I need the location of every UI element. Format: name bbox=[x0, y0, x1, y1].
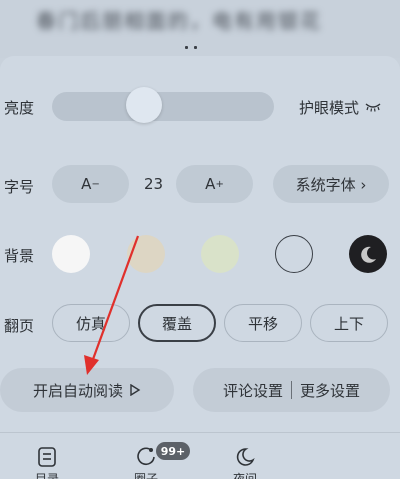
circle-notification-badge: 99+ bbox=[156, 442, 190, 460]
background-swatch-blue[interactable] bbox=[275, 235, 313, 273]
catalog-icon[interactable] bbox=[37, 446, 57, 468]
page-turn-slide[interactable]: 平移 bbox=[224, 304, 302, 342]
background-label: 背景 bbox=[4, 247, 35, 265]
settings-divider bbox=[291, 381, 292, 399]
circle-community-icon[interactable] bbox=[135, 446, 157, 468]
tab-night-label: 夜间 bbox=[233, 472, 258, 479]
page-turn-simulate-label: 仿真 bbox=[75, 314, 106, 333]
system-font-button[interactable]: 系统字体 › bbox=[273, 165, 389, 203]
eye-mode-toggle[interactable]: 护眼模式 bbox=[299, 96, 381, 118]
eye-mode-label: 护眼模式 bbox=[299, 98, 360, 117]
page-turn-vertical[interactable]: 上下 bbox=[310, 304, 388, 342]
background-swatch-white[interactable] bbox=[52, 235, 90, 273]
brightness-label: 亮度 bbox=[4, 99, 35, 117]
auto-read-label: 开启自动阅读 bbox=[32, 381, 123, 400]
night-mode-icon[interactable] bbox=[234, 446, 256, 468]
moon-icon bbox=[361, 246, 376, 263]
page-turn-label: 翻页 bbox=[4, 317, 35, 335]
font-decrease-sign: − bbox=[91, 178, 100, 190]
font-increase-sign: + bbox=[215, 178, 224, 190]
panel-handle[interactable] bbox=[183, 44, 203, 52]
more-settings-button[interactable]: 更多设置 bbox=[300, 380, 360, 401]
comment-settings-button[interactable]: 评论设置 bbox=[223, 380, 283, 401]
brightness-slider-thumb[interactable] bbox=[126, 87, 162, 123]
auto-read-button[interactable]: 开启自动阅读 bbox=[0, 368, 174, 412]
tab-circle-label: 圈子 bbox=[134, 472, 159, 479]
font-size-value: 23 bbox=[144, 175, 164, 193]
font-increase-button[interactable]: A + bbox=[176, 165, 253, 203]
tab-catalog-label: 目录 bbox=[35, 472, 60, 479]
background-swatch-green[interactable] bbox=[201, 235, 239, 273]
font-decrease-glyph: A bbox=[81, 175, 92, 193]
page-turn-slide-label: 平移 bbox=[247, 314, 278, 333]
closed-eye-icon bbox=[365, 103, 381, 112]
brightness-slider[interactable] bbox=[52, 92, 274, 121]
system-font-label: 系统字体 › bbox=[295, 175, 367, 194]
book-blurred-text: 春门后朋相面的，电有用银花 bbox=[36, 9, 322, 33]
play-icon bbox=[130, 384, 141, 396]
bottom-nav-bar bbox=[0, 432, 400, 479]
page-turn-simulate[interactable]: 仿真 bbox=[52, 304, 130, 342]
font-decrease-button[interactable]: A − bbox=[52, 165, 129, 203]
font-increase-glyph: A bbox=[205, 175, 216, 193]
page-turn-vertical-label: 上下 bbox=[333, 314, 364, 333]
background-swatch-beige[interactable] bbox=[127, 235, 165, 273]
page-turn-cover-label: 覆盖 bbox=[161, 314, 192, 333]
font-size-label: 字号 bbox=[4, 178, 35, 196]
page-turn-cover[interactable]: 覆盖 bbox=[138, 304, 216, 342]
settings-buttons-group: 评论设置 更多设置 bbox=[193, 368, 390, 412]
background-swatch-night[interactable] bbox=[349, 235, 387, 273]
